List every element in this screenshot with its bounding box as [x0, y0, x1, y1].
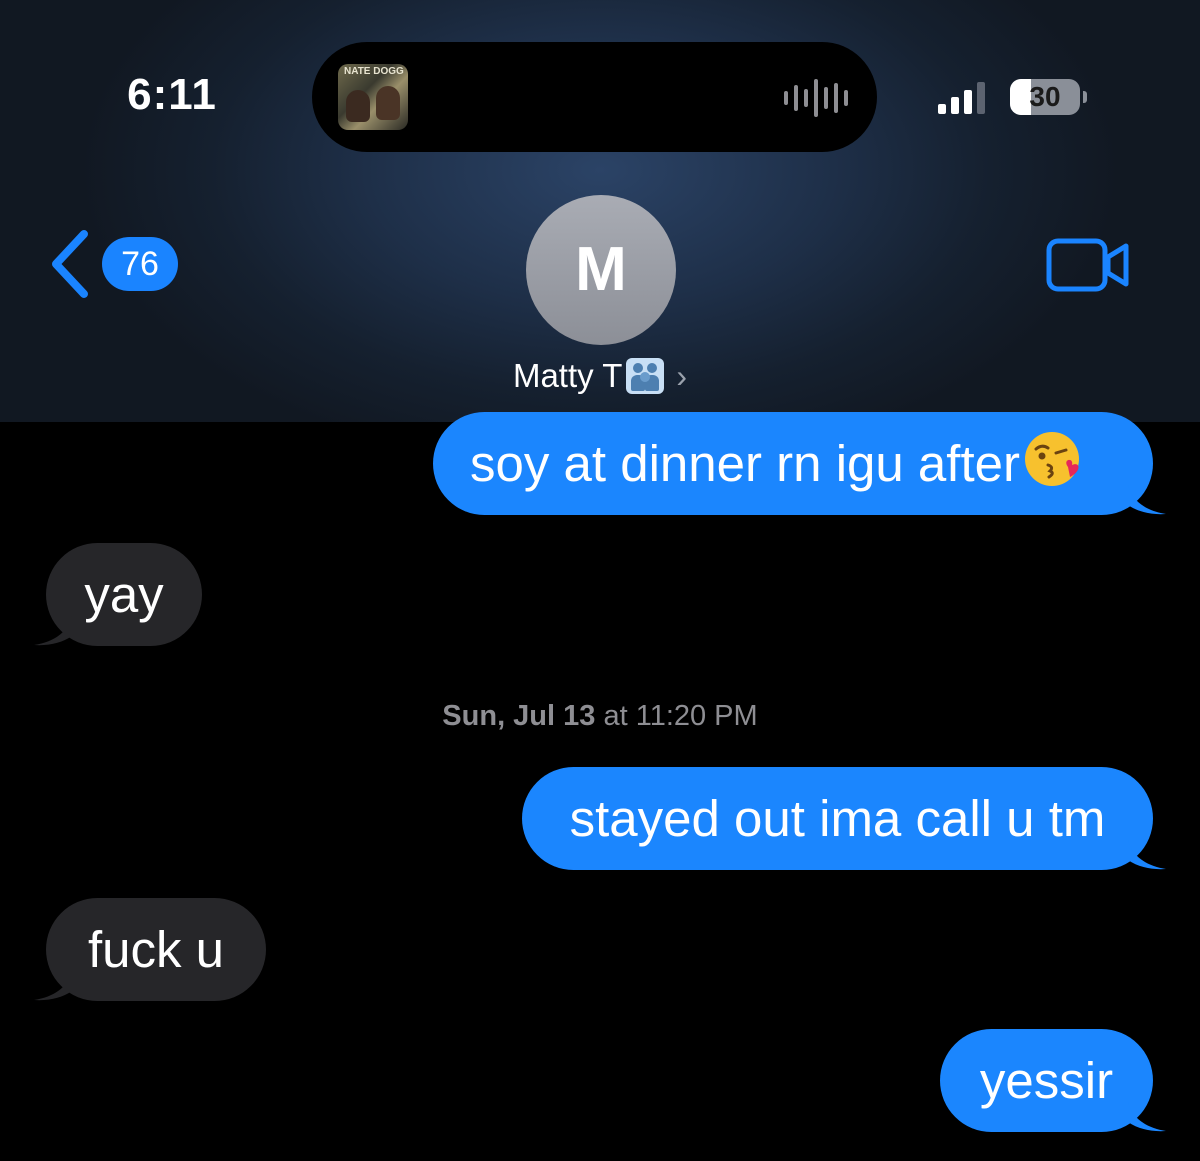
- battery-tip: [1083, 91, 1087, 103]
- cellular-signal-icon: [938, 80, 985, 114]
- bubble-tail: [34, 971, 72, 1001]
- video-call-button[interactable]: [1046, 238, 1130, 292]
- contact-name: Matty T: [512, 357, 623, 394]
- status-time: 6:11: [127, 70, 217, 119]
- battery-icon: 30: [1010, 79, 1080, 115]
- message-bubble-outgoing[interactable]: stayed out ima call u tm: [522, 767, 1153, 870]
- bubble-tail: [34, 616, 72, 646]
- contact-avatar[interactable]: M: [526, 195, 676, 345]
- battery-level: 30: [1029, 81, 1061, 112]
- back-button[interactable]: 76: [46, 228, 186, 300]
- dynamic-island[interactable]: NATE DOGG: [312, 42, 877, 152]
- message-bubble-incoming[interactable]: fuck u: [46, 898, 266, 1001]
- bubble-tail: [1128, 1102, 1166, 1132]
- timestamp-day: Sun, Jul 13: [442, 700, 596, 732]
- family-emoji-icon: [626, 358, 665, 394]
- message-text: stayed out ima call u tm: [569, 790, 1106, 847]
- bubble-tail: [1128, 840, 1166, 870]
- message-timestamp: Sun, Jul 13 at 11:20 PM: [0, 700, 1200, 733]
- message-bubble-outgoing[interactable]: yessir: [940, 1029, 1153, 1132]
- contact-name-button[interactable]: Matty T ›: [420, 357, 780, 395]
- message-text: yay: [84, 566, 164, 623]
- album-art-title: NATE DOGG: [344, 66, 404, 77]
- contact-chevron: ›: [676, 357, 688, 394]
- chevron-left-icon: [52, 230, 88, 298]
- conversation-header: 6:11 NATE DOGG 30 76 M Matty T ›: [0, 0, 1200, 422]
- message-text: soy at dinner rn igu after: [470, 435, 1020, 492]
- unread-count-badge: 76: [102, 237, 178, 291]
- timestamp-time: at 11:20 PM: [603, 700, 758, 732]
- kiss-emoji-icon: [1024, 432, 1079, 486]
- bubble-tail: [1128, 485, 1166, 515]
- message-text: yessir: [979, 1052, 1114, 1109]
- now-playing-album-art: NATE DOGG: [338, 64, 408, 130]
- message-bubble-outgoing[interactable]: soy at dinner rn igu after: [433, 412, 1153, 515]
- message-text: fuck u: [87, 921, 225, 978]
- audio-waveform-icon: [784, 78, 848, 118]
